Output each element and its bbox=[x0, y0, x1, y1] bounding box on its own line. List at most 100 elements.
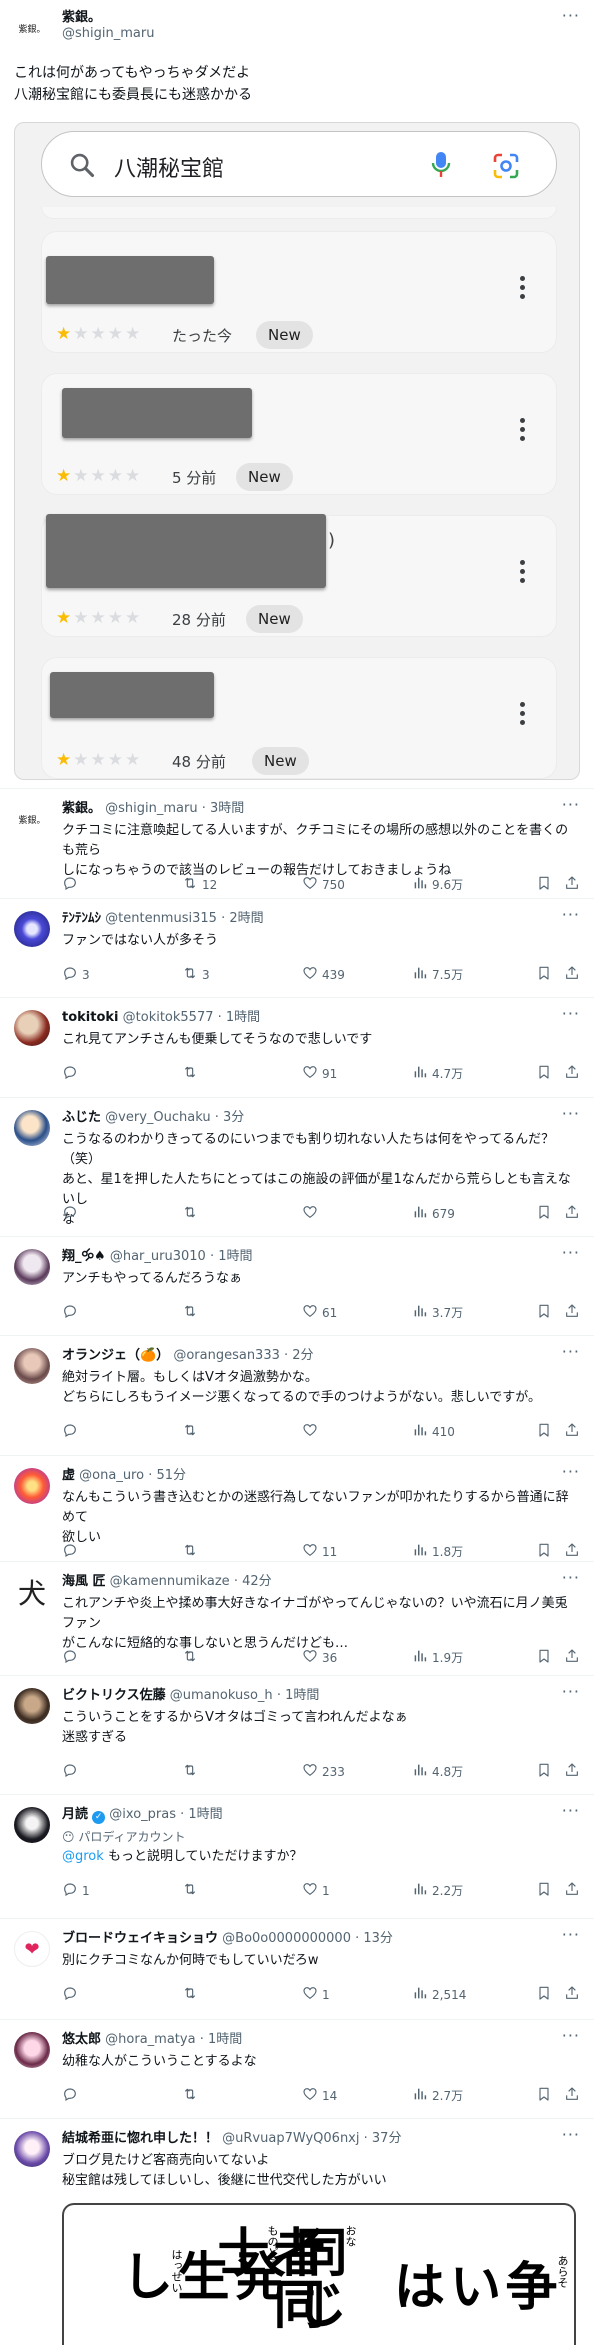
views-button[interactable]: 9.6万 bbox=[412, 875, 463, 894]
attached-image[interactable]: 争いは あらそ 同じ おな 者同士 ものどう 発生し はっせい bbox=[62, 2203, 576, 2345]
views-button[interactable]: 2.7万 bbox=[412, 2086, 463, 2105]
views-button[interactable]: 410 bbox=[412, 1422, 455, 1441]
author-handle[interactable]: @shigin_maru bbox=[105, 801, 197, 816]
post-time[interactable]: · 2分 bbox=[284, 1348, 314, 1363]
reply-post[interactable]: 虚 @ona_uro · 51分 ··· なんもこういう書き込むとかの迷惑行為してな… bbox=[0, 1455, 594, 1561]
reply-post[interactable]: オランジェ（🍊） @orangesan333 · 2分 ··· 絶対ライト層。もしく… bbox=[0, 1335, 594, 1455]
embedded-image[interactable]: 八潮秘宝館 ★★★★★ たった今 New ★★★★★ 5 分前 New ) ★★… bbox=[14, 122, 580, 780]
reply-button[interactable] bbox=[62, 1648, 82, 1667]
more-options-icon[interactable]: ··· bbox=[562, 1243, 580, 1262]
avatar[interactable]: 紫銀。 bbox=[14, 10, 50, 46]
more-vert-icon[interactable] bbox=[520, 418, 526, 445]
like-button[interactable]: 750 bbox=[302, 875, 345, 894]
bookmark-button[interactable] bbox=[536, 1064, 552, 1083]
reply-post[interactable]: tokitoki @tokitok5577 · 1時間 ··· これ見てアンチさんも… bbox=[0, 997, 594, 1097]
share-button[interactable] bbox=[564, 2086, 580, 2105]
share-button[interactable] bbox=[564, 1881, 580, 1900]
post-time[interactable]: · 3時間 bbox=[202, 801, 245, 816]
more-options-icon[interactable]: ··· bbox=[562, 6, 580, 25]
like-button[interactable]: 11 bbox=[302, 1542, 337, 1561]
author-handle[interactable]: @very_Ouchaku bbox=[105, 1110, 210, 1125]
author-name[interactable]: 月読 bbox=[62, 1807, 88, 1822]
reply-button[interactable] bbox=[62, 875, 82, 894]
author-handle[interactable]: @ixo_pras bbox=[109, 1807, 176, 1822]
more-options-icon[interactable]: ··· bbox=[562, 1801, 580, 1820]
reply-button[interactable] bbox=[62, 1064, 82, 1083]
reply-button[interactable] bbox=[62, 2086, 82, 2105]
post-time[interactable]: · 3分 bbox=[215, 1110, 245, 1125]
author-handle[interactable]: @kamennumikaze bbox=[110, 1574, 230, 1589]
author-name[interactable]: 紫銀。 bbox=[62, 10, 101, 25]
repost-button[interactable] bbox=[182, 1422, 202, 1441]
repost-button[interactable]: 12 bbox=[182, 875, 217, 894]
avatar[interactable]: ❤ bbox=[14, 1931, 50, 1967]
more-options-icon[interactable]: ··· bbox=[562, 1682, 580, 1701]
post-time[interactable]: · 1時間 bbox=[200, 2032, 243, 2047]
reply-button[interactable] bbox=[62, 1985, 82, 2004]
reply-button[interactable]: 3 bbox=[62, 965, 90, 984]
bookmark-button[interactable] bbox=[536, 1762, 552, 1781]
post-time[interactable]: · 1時間 bbox=[180, 1807, 223, 1822]
views-button[interactable]: 2,514 bbox=[412, 1985, 466, 2004]
more-vert-icon[interactable] bbox=[520, 702, 526, 729]
bookmark-button[interactable] bbox=[536, 1303, 552, 1322]
author-handle[interactable]: @uRvuap7WyQ06nxj bbox=[222, 2131, 359, 2146]
post-time[interactable]: · 13分 bbox=[355, 1931, 393, 1946]
author-name[interactable]: ふじた bbox=[62, 1110, 101, 1125]
repost-button[interactable] bbox=[182, 1881, 202, 1900]
avatar[interactable]: 犬 bbox=[14, 1574, 50, 1610]
more-options-icon[interactable]: ··· bbox=[562, 1568, 580, 1587]
like-button[interactable]: 1 bbox=[302, 1985, 330, 2004]
more-options-icon[interactable]: ··· bbox=[562, 905, 580, 924]
post-time[interactable]: · 51分 bbox=[148, 1468, 186, 1483]
repost-button[interactable] bbox=[182, 1648, 202, 1667]
author-handle[interactable]: @tokitok5577 bbox=[123, 1010, 214, 1025]
avatar[interactable] bbox=[14, 1249, 50, 1285]
views-button[interactable]: 4.7万 bbox=[412, 1064, 463, 1083]
more-options-icon[interactable]: ··· bbox=[562, 1104, 580, 1123]
share-button[interactable] bbox=[564, 1303, 580, 1322]
avatar[interactable] bbox=[14, 1348, 50, 1384]
more-options-icon[interactable]: ··· bbox=[562, 1004, 580, 1023]
bookmark-button[interactable] bbox=[536, 1881, 552, 1900]
author-name[interactable]: 悠太郎 bbox=[62, 2032, 101, 2047]
share-button[interactable] bbox=[564, 1985, 580, 2004]
reply-post[interactable]: ﾃﾝﾃﾝﾑｼ @tentenmusi315 · 2時間 ··· ファンではない人が多… bbox=[0, 898, 594, 997]
share-button[interactable] bbox=[564, 1648, 580, 1667]
post-time[interactable]: · 2時間 bbox=[221, 911, 264, 926]
avatar[interactable]: 紫銀。 bbox=[14, 801, 50, 837]
repost-button[interactable] bbox=[182, 1303, 202, 1322]
like-button[interactable] bbox=[302, 1422, 322, 1441]
like-button[interactable]: 14 bbox=[302, 2086, 337, 2105]
bookmark-button[interactable] bbox=[536, 1648, 552, 1667]
repost-button[interactable] bbox=[182, 1064, 202, 1083]
post-time[interactable]: · 1時間 bbox=[277, 1688, 320, 1703]
reply-button[interactable]: 1 bbox=[62, 1881, 90, 1900]
like-button[interactable]: 1 bbox=[302, 1881, 330, 1900]
like-button[interactable]: 439 bbox=[302, 965, 345, 984]
avatar[interactable] bbox=[14, 1807, 50, 1843]
bookmark-button[interactable] bbox=[536, 2086, 552, 2105]
reply-post[interactable]: 悠太郎 @hora_matya · 1時間 ··· 幼稚な人がこういうことするよな 1… bbox=[0, 2019, 594, 2118]
repost-button[interactable] bbox=[182, 2086, 202, 2105]
author-name[interactable]: tokitoki bbox=[62, 1010, 119, 1025]
author-name[interactable]: 結城希亜に惚れ申した！！ bbox=[62, 2131, 218, 2146]
reply-button[interactable] bbox=[62, 1762, 82, 1781]
reply-button[interactable] bbox=[62, 1422, 82, 1441]
avatar[interactable] bbox=[14, 1110, 50, 1146]
bookmark-button[interactable] bbox=[536, 1204, 552, 1223]
views-button[interactable]: 3.7万 bbox=[412, 1303, 463, 1322]
share-button[interactable] bbox=[564, 1762, 580, 1781]
like-button[interactable]: 91 bbox=[302, 1064, 337, 1083]
author-handle[interactable]: @shigin_maru bbox=[62, 26, 154, 41]
share-button[interactable] bbox=[564, 1542, 580, 1561]
post-time[interactable]: · 1時間 bbox=[218, 1010, 261, 1025]
reply-post[interactable]: 翔_🝰♠ @har_uru3010 · 1時間 ··· アンチもやってるんだろうなぁ… bbox=[0, 1236, 594, 1335]
views-button[interactable]: 4.8万 bbox=[412, 1762, 463, 1781]
post-time[interactable]: · 42分 bbox=[234, 1574, 272, 1589]
like-button[interactable]: 36 bbox=[302, 1648, 337, 1667]
more-vert-icon[interactable] bbox=[520, 560, 526, 587]
avatar[interactable] bbox=[14, 2131, 50, 2167]
post-time[interactable]: · 37分 bbox=[364, 2131, 402, 2146]
author-handle[interactable]: @ona_uro bbox=[79, 1468, 144, 1483]
